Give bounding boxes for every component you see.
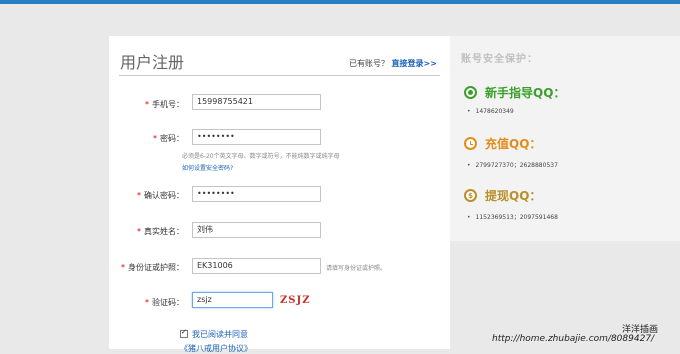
- top-bar: [0, 0, 680, 4]
- login-link[interactable]: 直接登录>>: [392, 59, 437, 68]
- sidebar-item-newbie-qq: 1478620349: [467, 108, 514, 115]
- real-name-input[interactable]: 刘伟: [192, 222, 321, 238]
- sidebar-item-recharge-qq: 2799727370；2628880537: [467, 160, 558, 169]
- money-bag-icon: $: [464, 189, 477, 202]
- password-help-link[interactable]: 如何设置安全密码?: [182, 163, 233, 172]
- confirm-password-label-text: 确认密码：: [144, 191, 184, 200]
- id-number-input[interactable]: EK31006: [192, 258, 321, 274]
- required-marker: *: [121, 263, 125, 272]
- required-marker: *: [137, 227, 141, 236]
- title-divider: [119, 75, 440, 76]
- required-marker: *: [145, 298, 149, 307]
- id-number-label: * 身份证或护照：: [121, 262, 184, 273]
- target-icon: [464, 86, 477, 99]
- sidebar-title: 账号安全保护：: [461, 54, 538, 65]
- sidebar-heading-newbie-qq: 新手指导QQ：: [485, 86, 566, 100]
- watermark-url: http://home.zhubajie.com/8089427/: [492, 334, 655, 344]
- required-marker: *: [153, 134, 157, 143]
- sidebar-item-withdraw-qq: 1152369513；2097591468: [467, 212, 558, 221]
- phone-input[interactable]: 15998755421: [192, 94, 321, 110]
- page-title: 用户注册: [120, 53, 185, 72]
- real-name-label-text: 真实姓名：: [144, 227, 184, 236]
- id-number-label-text: 身份证或护照：: [128, 263, 184, 272]
- captcha-label-text: 验证码：: [152, 298, 184, 307]
- clock-icon: [464, 137, 477, 150]
- phone-label-text: 手机号：: [152, 100, 184, 109]
- captcha-image[interactable]: ZSJZ: [280, 295, 311, 306]
- password-label-text: 密码：: [160, 134, 184, 143]
- phone-label: * 手机号：: [145, 99, 184, 110]
- agree-checkbox[interactable]: [180, 328, 188, 338]
- password-label: * 密码：: [153, 133, 184, 144]
- captcha-input[interactable]: zsjz: [192, 292, 273, 308]
- sidebar-heading-withdraw-qq: 提现QQ：: [485, 189, 542, 203]
- id-number-hint: 请填写身份证或护照。: [326, 265, 387, 272]
- has-account-prompt: 已有账号？ 直接登录>>: [349, 58, 437, 69]
- required-marker: *: [145, 100, 149, 109]
- required-marker: *: [137, 191, 141, 200]
- confirm-password-label: * 确认密码：: [137, 190, 184, 201]
- password-input[interactable]: ••••••••: [192, 129, 321, 145]
- confirm-password-input[interactable]: ••••••••: [192, 186, 321, 202]
- has-account-text: 已有账号？: [349, 59, 389, 68]
- sidebar-heading-recharge-qq: 充值QQ：: [485, 137, 542, 151]
- password-hint: 必须是6-20个英文字母、数字或符号，不能纯数字或纯字母: [182, 153, 340, 160]
- real-name-label: * 真实姓名：: [137, 226, 184, 237]
- captcha-label: * 验证码：: [145, 297, 184, 308]
- agree-label[interactable]: 我已阅读并同意: [192, 329, 248, 340]
